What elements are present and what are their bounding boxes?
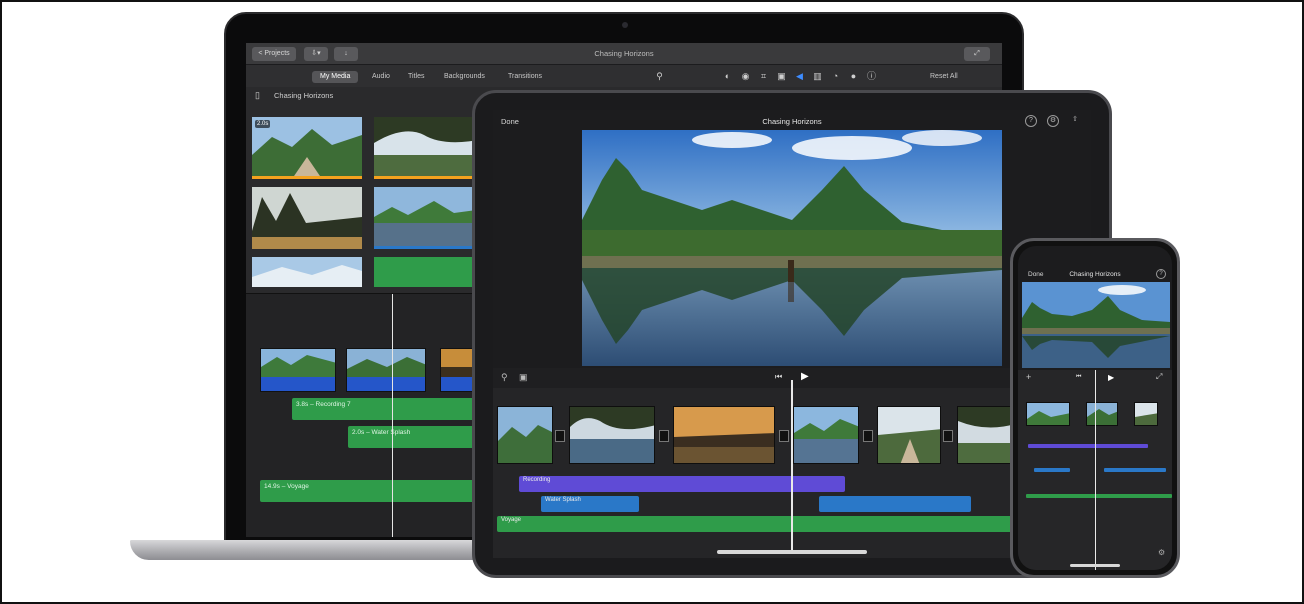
transition-icon[interactable] [943,430,953,442]
fullscreen-button[interactable]: ⤢ [964,47,990,61]
clip-audio [347,377,425,391]
timeline-clip[interactable] [346,348,426,392]
timeline-clip[interactable] [569,406,655,464]
transition-icon[interactable] [863,430,873,442]
tab-my-media[interactable]: My Media [312,71,359,83]
water-splash-audio-clip[interactable]: 2.0s – Water Splash [348,426,482,448]
settings-icon[interactable]: ⚙ [1158,548,1165,557]
video-viewer[interactable] [1022,282,1170,368]
magic-wand-icon[interactable]: ⚲ [654,71,665,82]
iphone-timeline: + ⏮ ▶ ⤢ ⚙ [1018,370,1172,570]
voyage-music-track[interactable] [1026,494,1172,498]
clip-audio [261,377,335,391]
timeline-clip[interactable] [673,406,775,464]
water-splash-track[interactable]: Water Splash [541,496,639,512]
transition-icon[interactable] [555,430,565,442]
clip-used-bar [374,176,484,179]
project-title: Chasing Horizons [762,117,822,126]
rewind-icon[interactable]: ⏮ [1076,374,1081,381]
ipad-screen: Done Chasing Horizons ? ⚙ ⇧ ⚲ ▣ ⏮ ▶ Reco… [493,110,1091,558]
color-balance-icon[interactable]: ◐ [722,71,733,82]
speed-icon[interactable]: ◔ [830,71,841,82]
microphone-icon[interactable]: ⚲ [501,372,508,383]
clip-used-bar [374,246,484,249]
tab-titles[interactable]: Titles [400,71,432,83]
audio-thumbnail[interactable] [374,257,484,287]
color-correction-icon[interactable]: ◉ [740,71,751,82]
recording-track[interactable]: Recording [519,476,845,492]
library-name: Chasing Horizons [274,91,334,100]
timeline-clip[interactable] [1134,402,1158,426]
timeline-clip[interactable] [793,406,859,464]
rewind-icon[interactable]: ⏮ [775,372,782,382]
timeline-clip[interactable] [497,406,553,464]
window-title: Chasing Horizons [594,49,654,58]
tab-backgrounds[interactable]: Backgrounds [436,71,493,83]
volume-icon[interactable]: ◀ [794,71,805,82]
tab-transitions[interactable]: Transitions [500,71,550,83]
timeline-clip[interactable] [260,348,336,392]
timeline-clip[interactable] [877,406,941,464]
crop-icon[interactable]: ⌗ [758,71,769,82]
timeline-clip[interactable] [1086,402,1118,426]
settings-icon[interactable]: ⚙ [1047,115,1059,127]
duration-badge: 2.0s [255,120,271,128]
timeline-clip[interactable] [957,406,1017,464]
tab-audio[interactable]: Audio [364,71,398,83]
fullscreen-icon[interactable]: ⤢ [1156,372,1162,382]
sidebar-toggle-icon[interactable]: ▯ [252,90,263,101]
recording-audio-clip[interactable]: 3.8s – Recording 7 [292,398,482,420]
video-viewer[interactable] [582,130,1002,366]
info-icon[interactable]: ⓘ [866,71,877,82]
media-thumbnail[interactable] [374,117,484,179]
macbook-camera [622,22,628,28]
play-icon[interactable]: ▶ [1108,373,1114,382]
recording-track[interactable] [1028,444,1148,448]
media-thumbnail[interactable] [252,187,362,249]
play-icon[interactable]: ▶ [801,371,809,382]
imovie-titlebar: < Projects ⇩▾ ↓ Chasing Horizons ⤢ [246,43,1002,65]
voyage-music-clip[interactable]: 14.9s – Voyage [260,480,482,502]
media-thumbnail[interactable] [252,257,362,287]
water-splash-track[interactable] [1034,468,1070,472]
home-indicator [1070,564,1120,567]
filter-icon[interactable]: ● [848,71,859,82]
playhead[interactable] [791,380,793,550]
sfx-track[interactable] [819,496,971,512]
project-title: Chasing Horizons [1069,271,1121,278]
reset-all-button[interactable]: Reset All [922,71,966,83]
share-icon[interactable]: ⇧ [1069,115,1081,127]
clip-used-bar [252,176,362,179]
playhead[interactable] [1095,370,1096,570]
transition-icon[interactable] [659,430,669,442]
home-indicator [717,550,867,554]
stabilization-icon[interactable]: ▣ [776,71,787,82]
iphone-screen: Done Chasing Horizons ? + ⏮ ▶ ⤢ ⚙ [1018,246,1172,570]
timeline-clip[interactable] [1026,402,1070,426]
playhead[interactable] [392,294,393,537]
sfx-track[interactable] [1104,468,1166,472]
help-icon[interactable]: ? [1025,115,1037,127]
help-icon[interactable]: ? [1156,269,1166,279]
voyage-music-track[interactable]: Voyage [497,516,1091,532]
ipad-timeline: Recording Water Splash Voyage [493,380,1091,558]
media-thumbnail[interactable] [374,187,484,249]
media-tabs: My Media Audio Titles Backgrounds Transi… [246,65,1002,87]
camera-icon[interactable]: ▣ [519,372,528,383]
media-thumbnail[interactable]: 2.0s [252,117,362,179]
ipad-toolbar: Done Chasing Horizons ? ⚙ ⇧ [493,110,1091,132]
transition-icon[interactable] [779,430,789,442]
add-icon[interactable]: + [1026,372,1031,382]
noise-reduction-icon[interactable]: ▥ [812,71,823,82]
